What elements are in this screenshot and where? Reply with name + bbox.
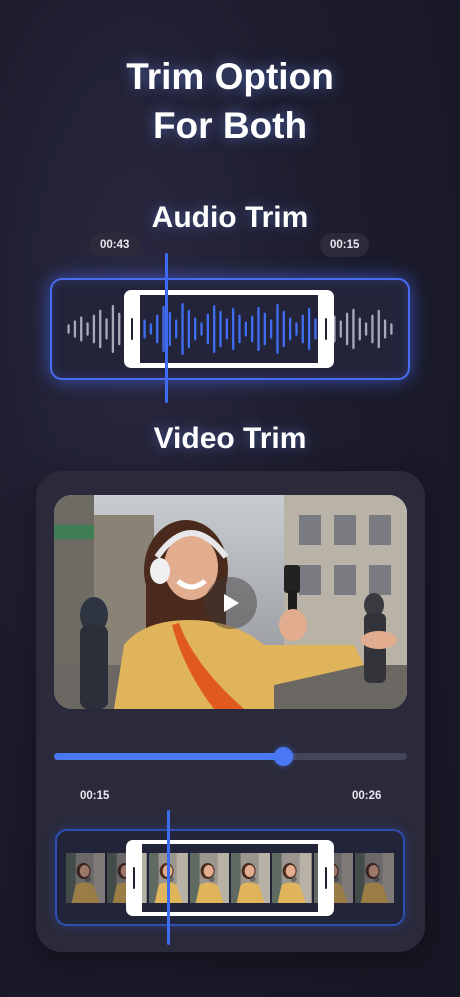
waveform-bar (371, 314, 374, 344)
video-start-time: 00:15 (70, 784, 120, 808)
waveform-bar (92, 314, 96, 344)
audio-trim-selection[interactable] (124, 290, 334, 368)
video-trim-title: Video Trim (153, 422, 307, 455)
waveform-bar (111, 304, 115, 354)
waveform-bar (352, 308, 355, 350)
headline-line-1: Trim Option (126, 56, 334, 97)
headline: Trim Option For Both (0, 52, 460, 150)
video-progress-fill (54, 753, 284, 760)
audio-trim-right-handle[interactable] (325, 318, 327, 340)
video-playhead[interactable] (167, 810, 170, 945)
waveform-bar (339, 320, 342, 338)
waveform-bar (86, 322, 89, 336)
play-icon (224, 594, 239, 612)
waveform-bar (105, 318, 108, 340)
waveform-bar (364, 322, 368, 336)
video-trim-right-handle[interactable] (325, 867, 327, 889)
video-trim-left-handle[interactable] (133, 867, 135, 889)
video-end-time: 00:26 (342, 784, 392, 808)
waveform-bar (67, 324, 70, 334)
waveform-bar (80, 316, 83, 342)
audio-start-time: 00:43 (90, 233, 140, 257)
waveform-bar (118, 312, 121, 346)
headline-line-2: For Both (152, 105, 308, 146)
waveform-bar (377, 309, 380, 349)
waveform-bar (383, 319, 387, 339)
waveform-bar (345, 312, 349, 346)
audio-playhead[interactable] (165, 253, 168, 403)
waveform-bar (73, 320, 77, 338)
audio-trim-title: Audio Trim (151, 201, 309, 234)
video-trim-selection[interactable] (126, 840, 334, 916)
play-button[interactable] (205, 577, 257, 629)
waveform-bar (358, 317, 361, 341)
waveform-bar (390, 323, 393, 335)
video-progress-slider[interactable] (54, 747, 407, 766)
audio-end-time: 00:15 (320, 233, 370, 257)
waveform-bar (99, 309, 102, 349)
filmstrip-dim-left (66, 853, 126, 903)
filmstrip-dim-right (334, 853, 394, 903)
audio-trim-left-handle[interactable] (131, 318, 133, 340)
